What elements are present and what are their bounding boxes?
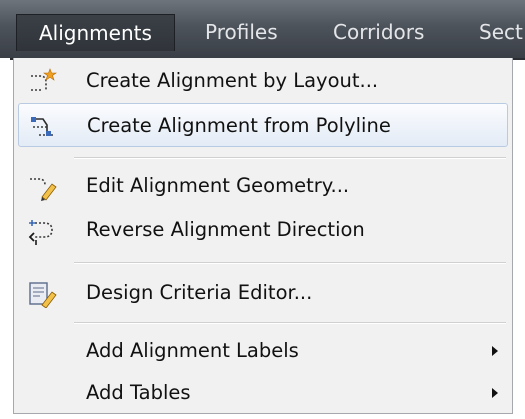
reverse-direction-icon	[28, 220, 53, 245]
tab-profiles[interactable]: Profiles	[205, 14, 278, 50]
menu-separator	[74, 262, 506, 264]
submenu-arrow-icon	[492, 388, 498, 398]
background	[0, 58, 10, 419]
tab-sections[interactable]: Sect	[479, 14, 523, 50]
edit-geometry-icon	[30, 178, 57, 201]
menu-item-add-alignment-labels[interactable]: Add Alignment Labels	[18, 329, 508, 373]
alignment-layout-icon	[31, 68, 57, 91]
menu-item-edit-alignment-geometry[interactable]: Edit Alignment Geometry...	[18, 164, 508, 208]
menu-item-label: Add Tables	[86, 381, 191, 404]
menu-separator	[74, 157, 506, 159]
menu-item-create-alignment-from-polyline[interactable]: Create Alignment from Polyline	[18, 103, 508, 147]
menu-item-reverse-alignment-direction[interactable]: Reverse Alignment Direction	[18, 208, 508, 252]
menu-item-label: Reverse Alignment Direction	[86, 218, 365, 241]
tab-corridors[interactable]: Corridors	[333, 14, 424, 50]
alignment-polyline-icon	[31, 117, 55, 136]
menu-item-design-criteria-editor[interactable]: Design Criteria Editor...	[18, 271, 508, 315]
menu-item-label: Create Alignment from Polyline	[87, 114, 391, 137]
menu-item-label: Create Alignment by Layout...	[86, 69, 379, 92]
menu-item-label: Add Alignment Labels	[86, 339, 299, 362]
design-criteria-icon	[29, 282, 57, 308]
menu-separator	[74, 322, 506, 324]
menu-item-add-tables[interactable]: Add Tables	[18, 371, 508, 415]
menu-item-create-alignment-by-layout[interactable]: Create Alignment by Layout...	[18, 59, 508, 103]
tab-alignments[interactable]: Alignments	[16, 14, 175, 51]
menu-item-label: Edit Alignment Geometry...	[86, 174, 350, 197]
menu-bar: Alignments Profiles Corridors Sect	[0, 0, 525, 60]
menu-item-label: Design Criteria Editor...	[86, 281, 313, 304]
submenu-arrow-icon	[492, 346, 498, 356]
alignments-dropdown-menu: Create Alignment by Layout... Create Ali…	[13, 58, 513, 414]
